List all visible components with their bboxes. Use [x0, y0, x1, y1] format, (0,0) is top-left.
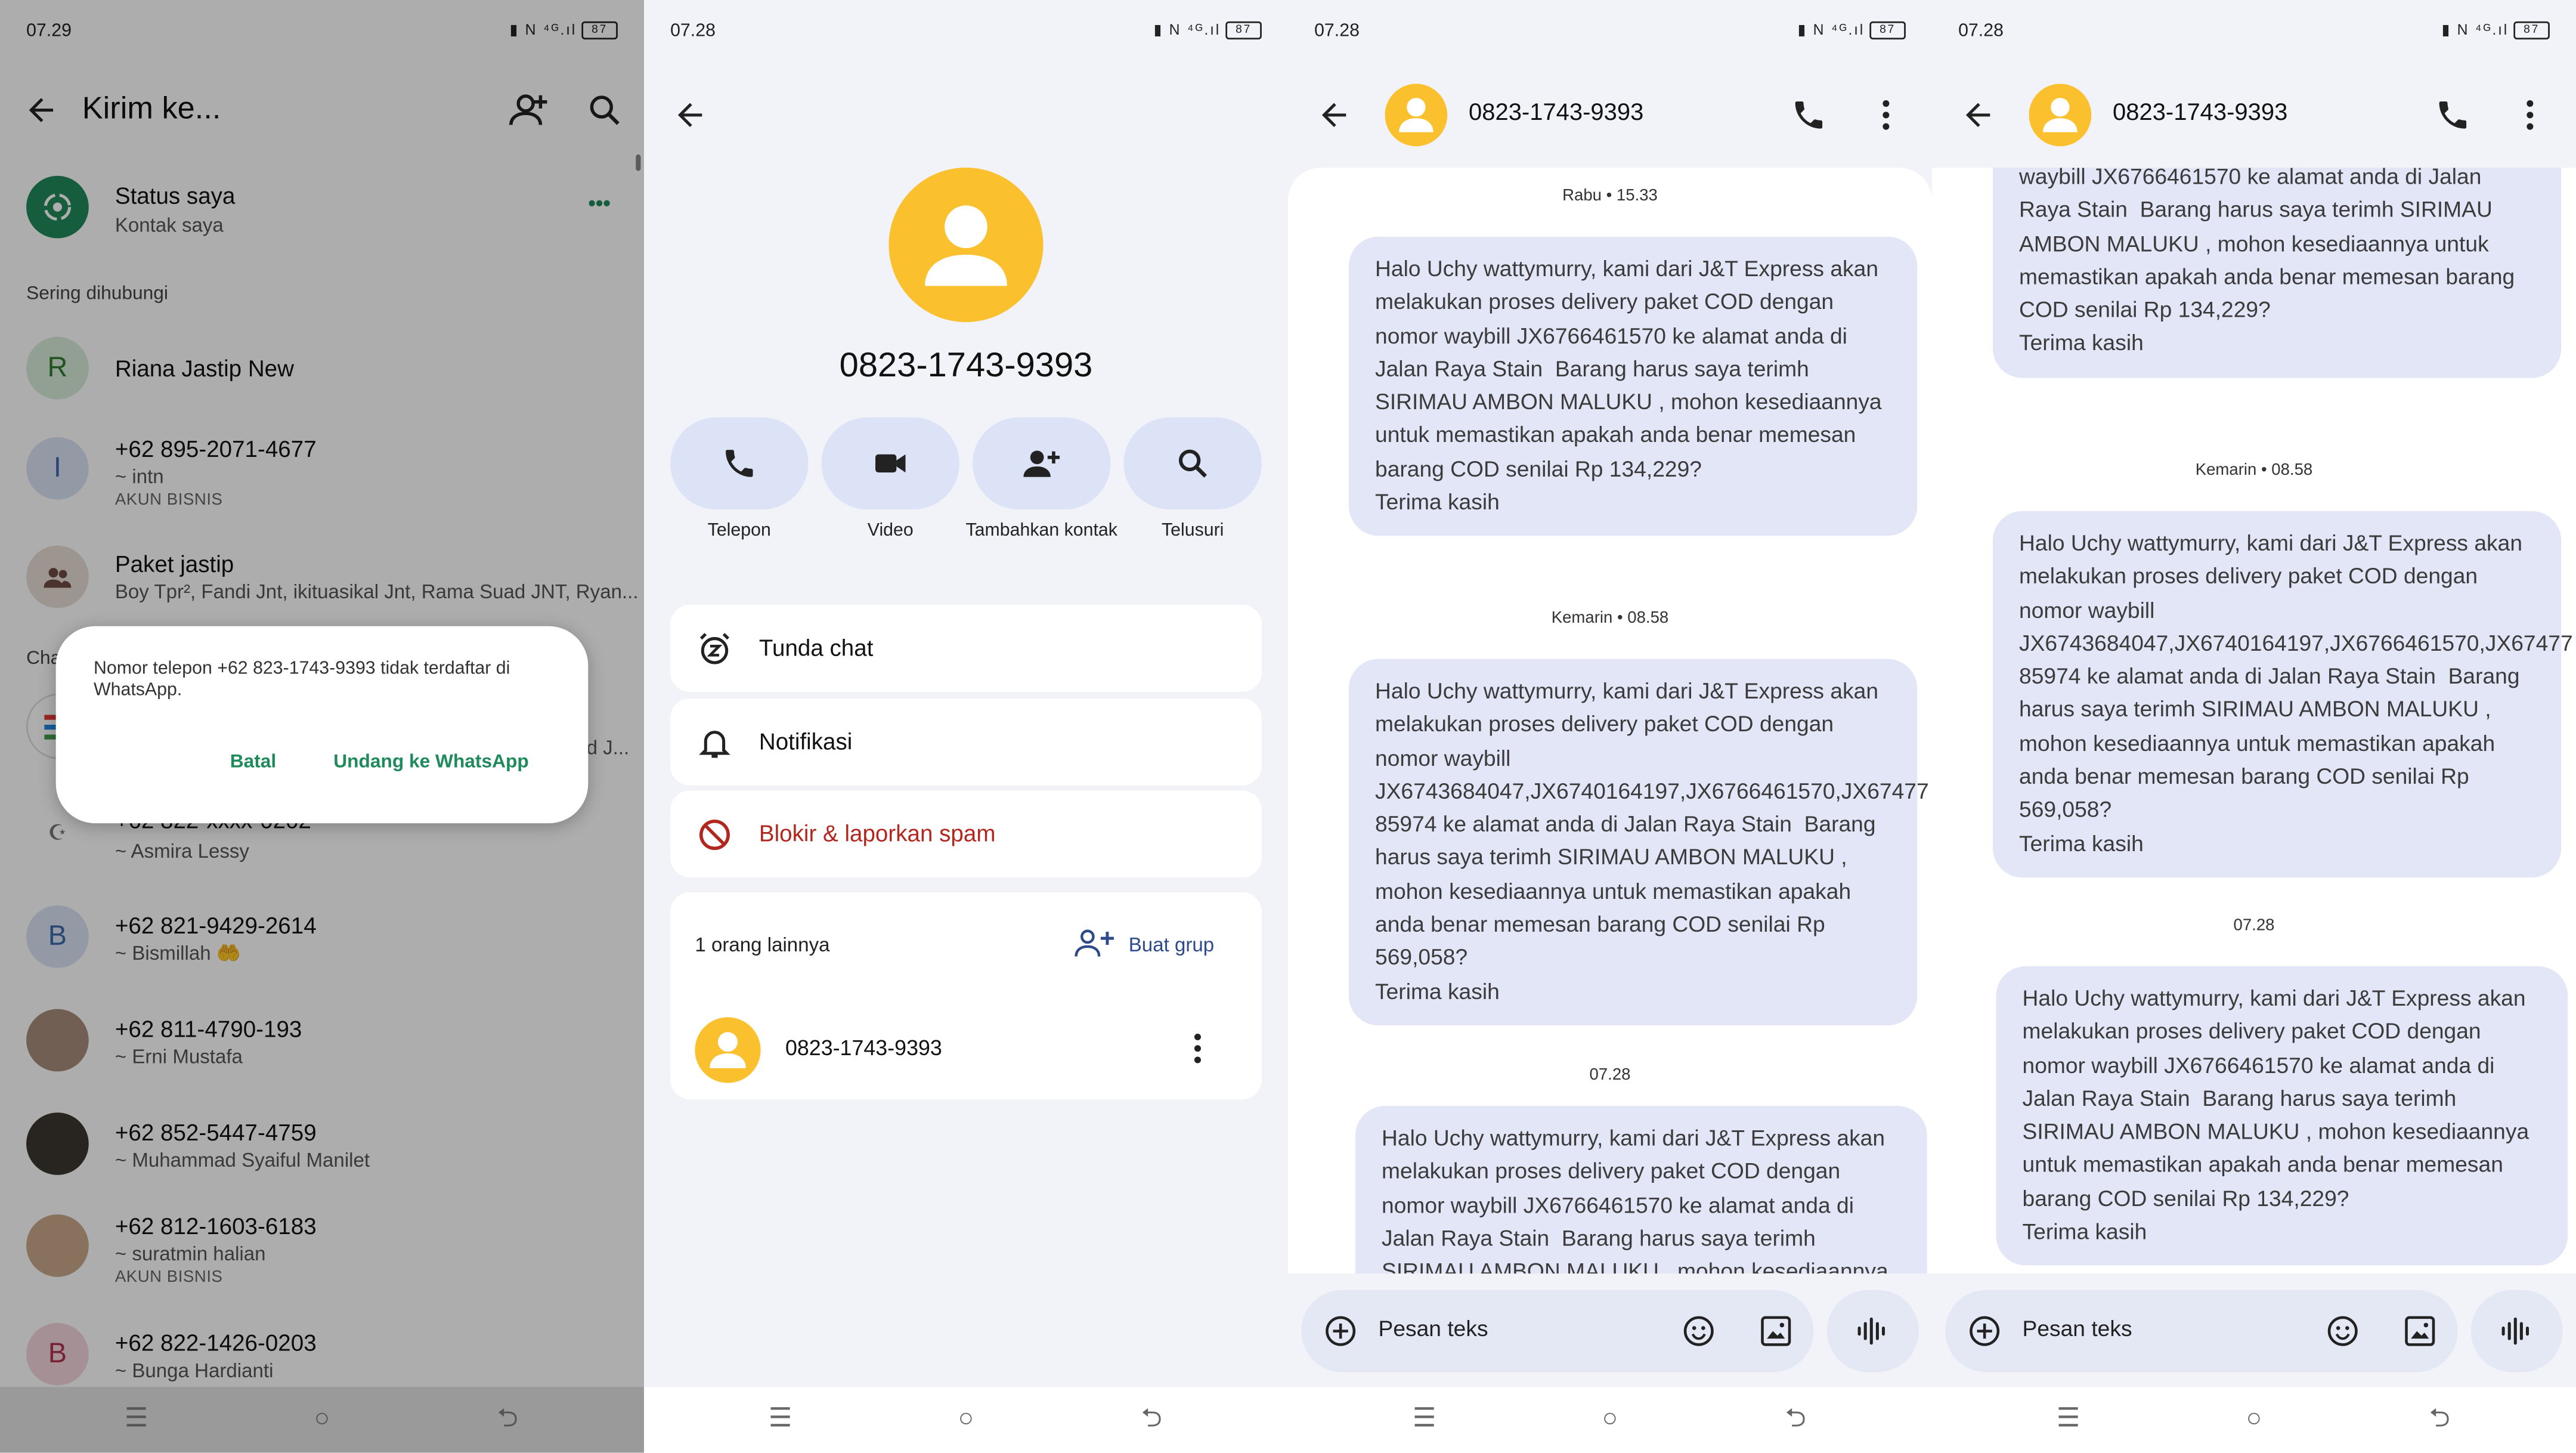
status-time: 07.28 — [1958, 21, 2004, 41]
message-timestamp: Kemarin • 08.58 — [1551, 610, 1669, 628]
message-input-placeholder[interactable]: Pesan teks — [2023, 1316, 2132, 1341]
message-bubble[interactable]: Halo Uchy wattymurry, kami dari J&T Expr… — [1992, 511, 2573, 878]
system-nav-bar: ☰ ○ ⮌ — [644, 1387, 1288, 1453]
back-arrow-icon[interactable] — [1316, 97, 1352, 134]
block-report-spam-label: Blokir & laporkan spam — [758, 820, 996, 846]
system-nav-bar: ☰ ○ ⮌ — [1932, 1387, 2576, 1453]
gallery-icon — [2405, 1316, 2435, 1346]
back-arrow-icon[interactable] — [1960, 97, 1996, 134]
status-icons: ▮ N ⁴ᴳ.ıl 87 — [2442, 21, 2550, 40]
add-contact-button[interactable] — [973, 417, 1111, 510]
status-time: 07.28 — [1314, 21, 1360, 41]
notifications-item[interactable]: Notifikasi — [670, 698, 1262, 786]
add-contact-label: Tambahkan kontak — [965, 521, 1117, 541]
voice-message-button[interactable] — [1826, 1290, 1919, 1372]
message-list[interactable]: Rabu • 15.33 Halo Uchy wattymurry, kami … — [1288, 168, 1933, 1274]
emoji-icon — [2327, 1316, 2358, 1346]
call-button[interactable] — [670, 417, 809, 510]
system-nav-bar: ☰ ○ ⮌ — [1288, 1387, 1933, 1453]
cancel-button[interactable]: Batal — [230, 753, 276, 772]
gallery-icon — [1761, 1316, 1791, 1346]
dialog-message: Nomor telepon +62 823-1743-9393 tidak te… — [94, 659, 510, 700]
contact-avatar — [888, 168, 1044, 322]
message-bubble[interactable]: Halo Uchy wattymurry, kami dari J&T Expr… — [1348, 236, 1918, 537]
make-group-label: Buat grup — [1128, 933, 1215, 957]
search-label: Telusuri — [1161, 521, 1224, 541]
conversation-title[interactable]: 0823-1743-9393 — [1469, 100, 1643, 126]
snooze-chat-label: Tunda chat — [758, 634, 874, 661]
home-icon[interactable]: ○ — [305, 1403, 338, 1436]
message-bubble[interactable]: Halo Uchy wattymurry, kami dari J&T Expr… — [1348, 659, 1929, 1026]
message-input-placeholder[interactable]: Pesan teks — [1379, 1316, 1488, 1341]
message-bubble[interactable]: waybill JX6766461570 ke alamat anda di J… — [1992, 168, 2562, 378]
invite-to-whatsapp-button[interactable]: Undang ke WhatsApp — [333, 753, 528, 772]
recents-icon[interactable]: ☰ — [2052, 1403, 2085, 1436]
back-icon[interactable]: ⮌ — [491, 1403, 524, 1436]
waveform-icon — [2501, 1317, 2529, 1345]
voice-message-button[interactable] — [2470, 1290, 2563, 1372]
video-button[interactable] — [821, 417, 959, 510]
call-label: Telepon — [707, 521, 771, 541]
phone-call-icon[interactable] — [1791, 97, 1827, 134]
recents-icon[interactable]: ☰ — [1408, 1403, 1441, 1436]
compose-field[interactable]: Pesan teks — [1945, 1290, 2458, 1372]
search-button[interactable] — [1123, 417, 1262, 510]
conversation-screen-scrolled: 07.28 ▮ N ⁴ᴳ.ıl 87 waybill JX6766461570 … — [1932, 0, 2576, 1453]
battery-icon: 87 — [2513, 21, 2550, 40]
conversation-title[interactable]: 0823-1743-9393 — [2113, 100, 2287, 126]
status-time: 07.28 — [670, 21, 716, 41]
status-icons: ▮ N ⁴ᴳ.ıl 87 — [1798, 21, 1906, 40]
contact-phone: 0823-1743-9393 — [839, 347, 1093, 385]
member-phone: 0823-1743-9393 — [785, 1035, 942, 1061]
recents-icon[interactable]: ☰ — [764, 1403, 797, 1436]
not-registered-dialog: Nomor telepon +62 823-1743-9393 tidak te… — [55, 626, 589, 824]
more-vert-icon[interactable] — [1881, 98, 1891, 131]
participants-card: 1 orang lainnya Buat grup 0823-1743-9393 — [670, 892, 1262, 1100]
member-more-icon[interactable] — [1193, 1032, 1203, 1065]
whatsapp-send-to-screen: 07.29 ▮ N ⁴ᴳ.ıl 87 Kirim ke... Status sa… — [0, 0, 644, 1453]
message-timestamp: Rabu • 15.33 — [1562, 187, 1658, 206]
message-timestamp: Kemarin • 08.58 — [2195, 462, 2313, 480]
others-count-label: 1 orang lainnya — [695, 933, 830, 957]
block-report-spam-item[interactable]: Blokir & laporkan spam — [670, 790, 1262, 878]
home-icon[interactable]: ○ — [2237, 1403, 2270, 1436]
recents-icon[interactable]: ☰ — [120, 1403, 153, 1436]
message-bubble[interactable]: Halo Uchy wattymurry, kami dari J&T Expr… — [1355, 1106, 1927, 1274]
notifications-label: Notifikasi — [758, 728, 853, 755]
message-timestamp: 07.28 — [1589, 1066, 1631, 1085]
snooze-chat-item[interactable]: Tunda chat — [670, 604, 1262, 692]
conversation-details-screen: 07.28 ▮ N ⁴ᴳ.ıl 87 0823-1743-9393 Telepo… — [644, 0, 1288, 1453]
back-icon[interactable]: ⮌ — [1779, 1403, 1812, 1436]
message-list[interactable]: waybill JX6766461570 ke alamat anda di J… — [1932, 168, 2576, 1274]
back-arrow-icon[interactable] — [672, 97, 708, 134]
emoji-icon — [1683, 1316, 1714, 1346]
back-icon[interactable]: ⮌ — [2423, 1403, 2456, 1436]
status-bar: 07.28 ▮ N ⁴ᴳ.ıl 87 — [1314, 20, 1906, 46]
compose-field[interactable]: Pesan teks — [1301, 1290, 1814, 1372]
message-bubble[interactable]: Halo Uchy wattymurry, kami dari J&T Expr… — [1996, 966, 2568, 1266]
back-icon[interactable]: ⮌ — [1135, 1403, 1168, 1436]
waveform-icon — [1857, 1317, 1885, 1345]
battery-icon: 87 — [1869, 21, 1906, 40]
system-nav-bar: ☰ ○ ⮌ — [0, 1387, 644, 1453]
status-icons: ▮ N ⁴ᴳ.ıl 87 — [1154, 21, 1262, 40]
conversation-screen: 07.28 ▮ N ⁴ᴳ.ıl 87 0823-1743-9393 Rabu •… — [1288, 0, 1933, 1453]
home-icon[interactable]: ○ — [1593, 1403, 1626, 1436]
home-icon[interactable]: ○ — [949, 1403, 982, 1436]
make-group-button[interactable]: Buat grup — [1075, 925, 1239, 962]
contact-avatar[interactable] — [1385, 84, 1448, 147]
add-attachment-icon — [1326, 1316, 1356, 1346]
message-timestamp: 07.28 — [2233, 917, 2275, 935]
member-avatar — [695, 1017, 761, 1083]
battery-icon: 87 — [1225, 21, 1262, 40]
more-vert-icon[interactable] — [2525, 98, 2535, 131]
video-label: Video — [867, 521, 914, 541]
add-attachment-icon — [1970, 1316, 2000, 1346]
contact-avatar[interactable] — [2029, 84, 2092, 147]
phone-call-icon[interactable] — [2435, 97, 2471, 134]
status-bar: 07.28 ▮ N ⁴ᴳ.ıl 87 — [670, 20, 1262, 46]
status-bar: 07.28 ▮ N ⁴ᴳ.ıl 87 — [1958, 20, 2550, 46]
